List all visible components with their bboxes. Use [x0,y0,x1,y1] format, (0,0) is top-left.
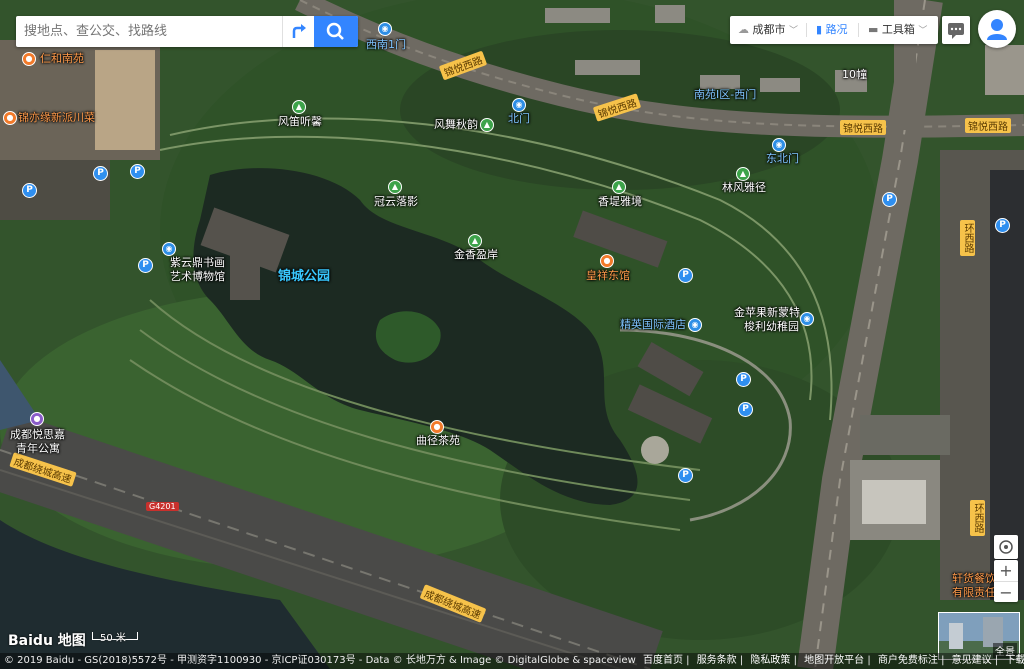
poi-label[interactable]: 紫云鼎书画 [170,256,225,270]
footer-link[interactable]: 地图开放平台 [800,655,864,666]
scenic-pin-icon[interactable]: ▲ [736,167,750,181]
road-label: 锦悦西路 [840,120,886,135]
parking-icon[interactable]: P [678,268,693,283]
parking-icon[interactable]: P [130,164,145,179]
poi-label[interactable]: 锦亦缘新派川菜 [18,111,95,125]
copyright-text: © 2019 Baidu - GS(2018)5572号 - 甲测资字11009… [4,655,636,666]
city-label: 成都市 [752,23,786,36]
chevron-down-icon: ﹀ [918,26,928,36]
footer-link[interactable]: 服务条款 [693,655,737,666]
teahouse-pin-icon[interactable]: ● [430,420,444,434]
scale-label: 50 米 [100,633,126,644]
satellite-map[interactable] [0,0,1024,669]
route-button[interactable] [282,16,314,47]
locate-button[interactable] [994,535,1018,559]
user-avatar[interactable] [978,10,1016,48]
poi-label[interactable]: 皇祥东馆 [586,269,630,283]
footer-link[interactable]: 意见建议 [948,655,992,666]
footer-link[interactable]: 隐私政策 [746,655,790,666]
cloud-icon: ☁ [738,23,749,36]
divider [806,23,807,37]
park-label[interactable]: 锦城公园 [278,270,330,284]
poi-label[interactable]: 南苑I区-西门 [694,88,756,102]
poi-label[interactable]: 有限责任 [952,586,996,600]
search-box [16,16,358,47]
restaurant-pin-icon[interactable]: ● [3,111,17,125]
traffic-light-icon: ▮ [816,23,823,36]
poi-label[interactable]: 北门 [508,112,530,126]
poi-label[interactable]: 梭利幼稚园 [744,320,799,334]
restaurant-pin-icon[interactable]: ● [22,52,36,66]
poi-label[interactable]: 青年公寓 [16,442,60,456]
city-switch[interactable]: ☁ 成都市 ﹀ [738,16,798,44]
copyright-bar: © 2019 Baidu - GS(2018)5572号 - 甲测资字11009… [0,653,1024,669]
toolbox-menu[interactable]: ▬ 工具箱 ﹀ [868,16,927,44]
footer-link[interactable]: 商户免费标注 [874,655,938,666]
poi-label[interactable]: 10幢 [842,68,867,82]
parking-icon[interactable]: P [738,402,753,417]
scenic-pin-icon[interactable]: ▲ [480,118,494,132]
gate-pin-icon[interactable]: ◉ [378,22,392,36]
poi-label[interactable]: 精英国际酒店 [620,318,686,332]
poi-label[interactable]: 风舞秋韵 [434,118,478,132]
poi-label[interactable]: 冠云落影 [374,195,418,209]
traffic-toggle[interactable]: ▮ 路况 [816,16,848,44]
map-toolbar: ☁ 成都市 ﹀ ▮ 路况 ▬ 工具箱 ﹀ [730,16,938,44]
baidu-logo[interactable]: Baidu 地图 [8,630,86,650]
museum-pin-icon[interactable]: ◉ [162,242,176,256]
zoom-out-button[interactable]: − [994,581,1018,603]
road-shield: G4201 [146,502,179,511]
poi-label[interactable]: 仁和南苑 [40,52,84,66]
traffic-label: 路况 [825,23,848,36]
poi-label[interactable]: 艺术博物馆 [170,270,225,284]
search-input[interactable] [16,16,278,47]
chevron-down-icon: ﹀ [789,26,799,36]
crosshair-icon [999,540,1013,554]
parking-icon[interactable]: P [93,166,108,181]
restaurant-pin-icon[interactable]: ● [600,254,614,268]
parking-icon[interactable]: P [882,192,897,207]
poi-label[interactable]: 曲径茶苑 [416,434,460,448]
scenic-pin-icon[interactable]: ▲ [468,234,482,248]
gate-pin-icon[interactable]: ◉ [772,138,786,152]
poi-label[interactable]: 东北门 [766,152,799,166]
divider [858,23,859,37]
search-button[interactable] [314,16,358,47]
road-label: 环西路 [970,500,985,536]
zoom-control: + − [994,560,1018,602]
poi-label[interactable]: 西南1门 [366,38,406,52]
poi-label[interactable]: 林风雅径 [722,181,766,195]
road-label: 锦悦西路 [965,118,1011,133]
poi-label[interactable]: 金苹果新蒙特 [734,306,800,320]
parking-icon[interactable]: P [995,218,1010,233]
search-icon [326,22,344,40]
parking-icon[interactable]: P [138,258,153,273]
scenic-pin-icon[interactable]: ▲ [388,180,402,194]
parking-icon[interactable]: P [678,468,693,483]
parking-icon[interactable]: P [736,372,751,387]
route-arrow-icon [292,24,306,38]
gate-pin-icon[interactable]: ◉ [512,98,526,112]
poi-label[interactable]: 风笛听馨 [278,115,322,129]
poi-label[interactable]: 香堤雅境 [598,195,642,209]
hotel-pin-icon[interactable]: ◉ [688,318,702,332]
apartment-pin-icon[interactable]: ● [30,412,44,426]
footer-link[interactable]: 下载地图客户端 [1001,655,1024,666]
chat-bubble-icon [948,23,964,39]
poi-label[interactable]: 成都悦思嘉 [10,428,65,442]
toolbox-label: 工具箱 [881,23,915,36]
toolbox-icon: ▬ [868,23,879,36]
scenic-pin-icon[interactable]: ▲ [292,100,306,114]
school-pin-icon[interactable]: ◉ [800,312,814,326]
scenic-pin-icon[interactable]: ▲ [612,180,626,194]
poi-label[interactable]: 金香盈岸 [454,248,498,262]
poi-label[interactable]: 轩货餐饮 [952,572,996,586]
user-icon [987,19,1007,40]
parking-icon[interactable]: P [22,183,37,198]
zoom-in-button[interactable]: + [994,560,1018,581]
road-label: 环西路 [960,220,975,256]
message-button[interactable] [942,16,970,44]
footer-link[interactable]: 百度首页 [639,655,683,666]
